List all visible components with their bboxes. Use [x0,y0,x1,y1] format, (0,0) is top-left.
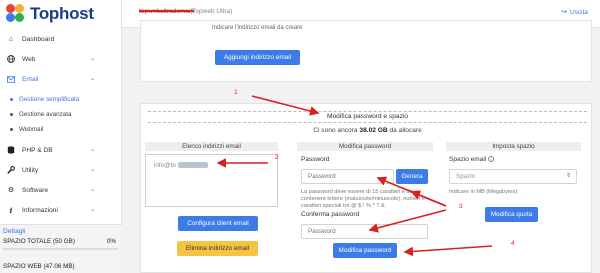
redacted-text [177,162,208,169]
annotation-number-2: 2 [275,154,279,161]
quota-total: SPAZIO TOTALE (50 GB) 0% [3,238,116,245]
logout-icon: ↪ [561,9,567,16]
configure-client-button[interactable]: Configura client email [178,216,258,231]
sidebar-item-utility[interactable]: Utility ⌄ [0,160,121,180]
logout-label: Uscita [569,8,588,16]
chevron-down-icon: ⌄ [89,187,95,193]
quota-web-label: SPAZIO WEB (47.06 MB) [3,263,75,270]
envelope-icon [7,75,15,83]
cog-icon: ⚙ [7,187,15,194]
password-label: Password [301,156,330,163]
generate-password-button[interactable]: Genera [396,169,428,184]
annotation-number-4: 4 [511,240,515,247]
add-email-panel [140,20,592,82]
logout-link[interactable]: ↪ Uscita [561,8,588,17]
available-space-value: 38.02 GB [359,127,388,134]
sidebar-item-informazioni[interactable]: i Informazioni ⌄ [0,200,121,220]
delete-email-button[interactable]: Elimina indirizzo email [177,241,258,256]
sidebar-item-label: Email [22,75,39,83]
column-header-password: Modifica password [297,142,433,151]
details-link[interactable]: Dettagli [3,228,25,235]
password-help: La password deve essere di 15 caratteri … [301,189,426,209]
sidebar-item-web[interactable]: Web ⌄ [0,49,121,69]
brand-logo[interactable]: Tophost [0,0,121,28]
bullet-icon [10,113,13,116]
sidebar-item-dashboard[interactable]: ⌂ Dashboard [0,29,121,49]
quota-total-bar [3,248,118,250]
confirm-password-input[interactable] [301,224,428,239]
add-email-button[interactable]: Aggiungi indirizzo email [215,50,300,65]
password-input[interactable] [301,169,394,184]
chevron-down-icon: ⌄ [89,56,95,62]
sidebar-subitem-webmail[interactable]: Webmail [0,122,121,137]
sidebar-subitem-simple[interactable]: Gestione semplificata [0,92,121,107]
email-list[interactable]: info@to [145,154,278,207]
sidebar-item-label: Utility [22,166,39,174]
space-label: Spazio email i [449,156,495,163]
column-header-space: Imposta spazio [446,142,581,151]
quota-total-label: SPAZIO TOTALE (50 GB) [3,238,75,245]
database-icon [7,146,15,154]
sidebar-item-software[interactable]: ⚙ Software ⌄ [0,180,121,200]
chevron-down-icon: ⌄ [89,76,95,82]
email-list-item[interactable]: info@to [154,162,208,169]
sidebar-item-label: Dashboard [22,35,55,43]
sidebar-subitem-advanced[interactable]: Gestione avanzata [0,107,121,122]
bullet-icon [10,98,13,101]
sidebar-item-label: Web [22,55,36,63]
annotation-number-1: 1 [234,89,238,96]
annotation-number-3: 3 [459,203,463,210]
wrench-icon [7,166,15,174]
quota-total-value: 0% [106,238,116,245]
space-select[interactable]: Spazio ⇕ [449,169,577,184]
sidebar-subitem-label: Webmail [19,126,44,133]
section-title: Modifica password e spazio [148,111,587,123]
quota-summary: Dettagli SPAZIO TOTALE (50 GB) 0% SPAZIO… [0,224,122,273]
quota-web: SPAZIO WEB (47.06 MB) [3,263,116,270]
chevron-down-icon: ⌄ [89,207,95,213]
sidebar-subitem-label: Gestione avanzata [19,111,72,118]
updown-icon: ⇕ [565,173,571,179]
confirm-password-label: Conferma password [301,211,360,218]
domain-name: topwebultradomain [139,8,194,15]
chevron-down-icon: ⌄ [89,147,95,153]
sidebar: Tophost ⌂ Dashboard Web ⌄ Email ⌄ Gestio… [0,0,122,273]
sidebar-item-email[interactable]: Email ⌄ [0,69,121,89]
info-circle-icon[interactable]: i [488,156,495,163]
available-space-text: Ci sono ancora 38.02 GB da allocare [313,127,422,134]
tophost-logo-icon [6,4,26,24]
home-icon: ⌂ [8,35,14,43]
space-help: Indicare in MB (Megabytes) [449,189,518,195]
sidebar-item-label: PHP & DB [22,146,53,154]
plan-name: (Topweb Ultra) [190,8,233,15]
sidebar-subitem-label: Gestione semplificata [19,96,80,103]
chevron-down-icon: ⌄ [89,167,95,173]
column-header-email-list: Elenco indirizzi email [145,142,278,151]
brand-name: Tophost [30,4,94,23]
globe-icon [7,55,15,63]
sidebar-item-label: Informazioni [22,206,58,214]
sidebar-item-label: Software [22,186,49,194]
change-quota-button[interactable]: Modifica quota [485,207,538,222]
sidebar-item-php-db[interactable]: PHP & DB ⌄ [0,140,121,160]
info-icon: i [9,205,13,215]
change-password-button[interactable]: Modifica password [333,243,397,258]
add-email-hint: Indicare l'indirizzo email da creare [212,25,303,31]
bullet-icon [10,128,13,131]
